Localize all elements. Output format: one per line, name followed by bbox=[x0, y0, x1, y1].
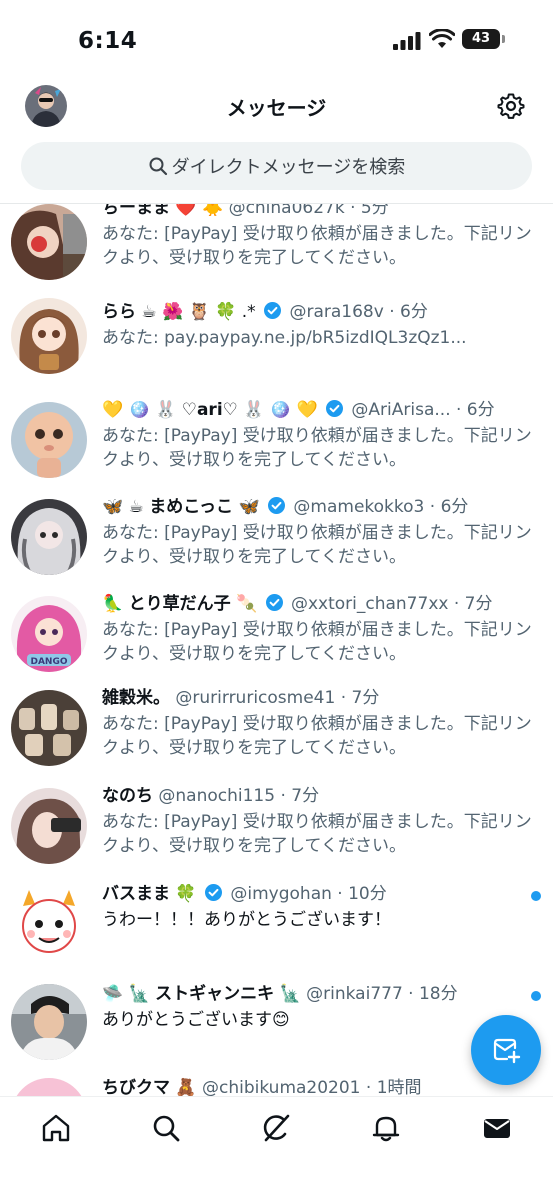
conversation-handle: @nanochi115 · 7分 bbox=[158, 786, 320, 806]
name-emoji-after: 🐰 🪩 💛 bbox=[243, 400, 318, 420]
conversation-handle: @AriArisa... · 6分 bbox=[351, 400, 495, 420]
name-emoji: 🦜 bbox=[102, 594, 124, 614]
search-icon[interactable] bbox=[151, 1113, 181, 1143]
message-preview: あなた: [PayPay] 受け取り依頼が届きました。下記リンクより、受け取りを… bbox=[102, 426, 532, 470]
conversation-handle: @imygohan · 10分 bbox=[230, 884, 387, 904]
avatar[interactable] bbox=[11, 984, 87, 1060]
unread-indicator bbox=[531, 891, 541, 901]
name-emoji-after: 🦋 bbox=[238, 497, 260, 517]
name-emoji-after: 🍡 bbox=[235, 594, 258, 614]
conversation-name: ちびクマ bbox=[102, 1078, 170, 1096]
unread-indicator bbox=[531, 991, 541, 1001]
conversation-name: ストギャンニキ bbox=[155, 984, 275, 1004]
name-emoji: 💛 🪩 🐰 bbox=[102, 400, 177, 420]
conversation-handle: @mamekokko3 · 6分 bbox=[293, 497, 469, 517]
message-preview: あなた: [PayPay] 受け取り依頼が届きました。下記リンクより、受け取りを… bbox=[102, 620, 532, 664]
conversation-handle: @chibikuma20201 · 1時間 bbox=[201, 1078, 422, 1096]
bottom-navigation bbox=[0, 1096, 553, 1200]
search-placeholder: ダイレクトメッセージを検索 bbox=[171, 157, 406, 178]
conversation-item[interactable]: 雑穀米。 @rurirruricosme41 · 7分 あなた: [PayPay… bbox=[0, 686, 553, 784]
verified-badge-icon bbox=[265, 594, 283, 611]
conversation-name: 雑穀米。 bbox=[102, 688, 170, 708]
conversation-handle: @rara168v · 6分 bbox=[289, 302, 428, 322]
avatar[interactable] bbox=[11, 204, 87, 280]
name-emoji-after: 🗽 bbox=[279, 984, 301, 1004]
conversation-item[interactable]: バスまま 🍀 @imygohan · 10分 うわー！！！ありがとうございます！ bbox=[0, 880, 553, 978]
name-emoji: 🦋 ☕ bbox=[102, 497, 144, 517]
search-input[interactable]: ダイレクトメッセージを検索 bbox=[21, 142, 532, 190]
message-preview: うわー！！！ありがとうございます！ bbox=[102, 910, 391, 930]
page-title: メッセージ bbox=[226, 96, 327, 120]
name-emoji-after: 🧸 bbox=[175, 1078, 197, 1096]
message-preview: あなた: [PayPay] 受け取り依頼が届きました。下記リンクより、受け取りを… bbox=[102, 714, 532, 758]
avatar[interactable] bbox=[11, 1078, 87, 1096]
conversation-handle: @china0627k · 5分 bbox=[228, 204, 389, 218]
conversation-name: とり草だん子 bbox=[128, 594, 231, 614]
conversation-list[interactable]: ちーまま ❤️ 🐥 @china0627k · 5分 あなた: [PayPay]… bbox=[0, 204, 553, 1096]
conversation-name: まめこっこ bbox=[149, 497, 234, 517]
name-emoji: ☕ 🌺 🦉 🍀 .* bbox=[141, 302, 256, 322]
battery-level: 43 bbox=[471, 31, 491, 46]
verified-badge-icon bbox=[204, 884, 222, 901]
conversation-item[interactable]: ちーまま ❤️ 🐥 @china0627k · 5分 あなた: [PayPay]… bbox=[0, 204, 553, 294]
conversation-item[interactable]: DANGO 🦜 とり草だん子 🍡 @xxtori_chan77xx · 7分 あ… bbox=[0, 588, 553, 686]
header: メッセージ bbox=[0, 80, 553, 138]
conversation-name: ♡ari♡ bbox=[181, 400, 238, 420]
new-message-button[interactable] bbox=[471, 1015, 541, 1085]
name-emoji-after: 🍀 bbox=[175, 884, 197, 904]
notifications-icon[interactable] bbox=[371, 1113, 401, 1143]
avatar[interactable] bbox=[11, 690, 87, 766]
conversation-item[interactable]: 💛 🪩 🐰 ♡ari♡ 🐰 🪩 💛 @AriArisa... · 6分 あなた:… bbox=[0, 394, 553, 492]
grok-icon[interactable] bbox=[261, 1113, 291, 1143]
verified-badge-icon bbox=[268, 497, 286, 514]
battery-cap bbox=[502, 35, 505, 43]
conversation-item[interactable]: ちびクマ 🧸 @chibikuma20201 · 1時間 bbox=[0, 1074, 553, 1096]
search-icon bbox=[149, 157, 167, 176]
avatar[interactable] bbox=[11, 402, 87, 478]
verified-badge-icon bbox=[264, 302, 282, 319]
message-preview: あなた: [PayPay] 受け取り依頼が届きました。下記リンクより、受け取りを… bbox=[102, 523, 532, 567]
name-emoji: 🛸 🗽 bbox=[102, 984, 150, 1004]
cellular-signal-icon bbox=[393, 32, 421, 50]
conversation-item[interactable]: 🛸 🗽 ストギャンニキ 🗽 @rinkai777 · 18分 ありがとうございま… bbox=[0, 980, 553, 1078]
message-preview: あなた: [PayPay] 受け取り依頼が届きました。下記リンクより、受け取りを… bbox=[102, 812, 532, 856]
status-bar: 6:14 43 bbox=[0, 0, 553, 80]
gear-icon[interactable] bbox=[497, 92, 525, 120]
conversation-name: バスまま bbox=[102, 884, 170, 904]
conversation-handle: @rurirruricosme41 · 7分 bbox=[175, 688, 380, 708]
message-preview: あなた: pay.paypay.ne.jp/bR5izdIQL3zQz1... bbox=[102, 328, 467, 348]
avatar[interactable] bbox=[11, 499, 87, 575]
conversation-item[interactable]: らら ☕ 🌺 🦉 🍀 .* @rara168v · 6分 あなた: pay.pa… bbox=[0, 290, 553, 388]
conversation-item[interactable]: なのち @nanochi115 · 7分 あなた: [PayPay] 受け取り依… bbox=[0, 784, 553, 882]
conversation-name: ちーまま bbox=[102, 204, 170, 218]
avatar[interactable]: DANGO bbox=[11, 596, 87, 672]
home-icon[interactable] bbox=[41, 1113, 71, 1143]
battery-icon: 43 bbox=[462, 29, 500, 49]
avatar[interactable] bbox=[11, 884, 87, 960]
new-message-icon bbox=[493, 1038, 521, 1064]
status-time: 6:14 bbox=[78, 28, 138, 54]
conversation-name: らら bbox=[102, 302, 136, 322]
avatar[interactable] bbox=[11, 298, 87, 374]
svg-text:DANGO: DANGO bbox=[30, 657, 67, 667]
conversation-name: なのち bbox=[102, 786, 153, 806]
name-emoji: ❤️ 🐥 bbox=[175, 204, 224, 218]
message-preview: ありがとうございます😊 bbox=[102, 1010, 290, 1030]
message-preview: あなた: [PayPay] 受け取り依頼が届きました。下記リンクより、受け取りを… bbox=[102, 224, 532, 268]
verified-badge-icon bbox=[326, 400, 344, 417]
messages-icon[interactable] bbox=[482, 1113, 512, 1143]
avatar[interactable] bbox=[11, 788, 87, 864]
conversation-item[interactable]: 🦋 ☕ まめこっこ 🦋 @mamekokko3 · 6分 あなた: [PayPa… bbox=[0, 491, 553, 589]
conversation-handle: @xxtori_chan77xx · 7分 bbox=[290, 594, 493, 614]
conversation-handle: @rinkai777 · 18分 bbox=[306, 984, 458, 1004]
wifi-icon bbox=[429, 29, 455, 48]
